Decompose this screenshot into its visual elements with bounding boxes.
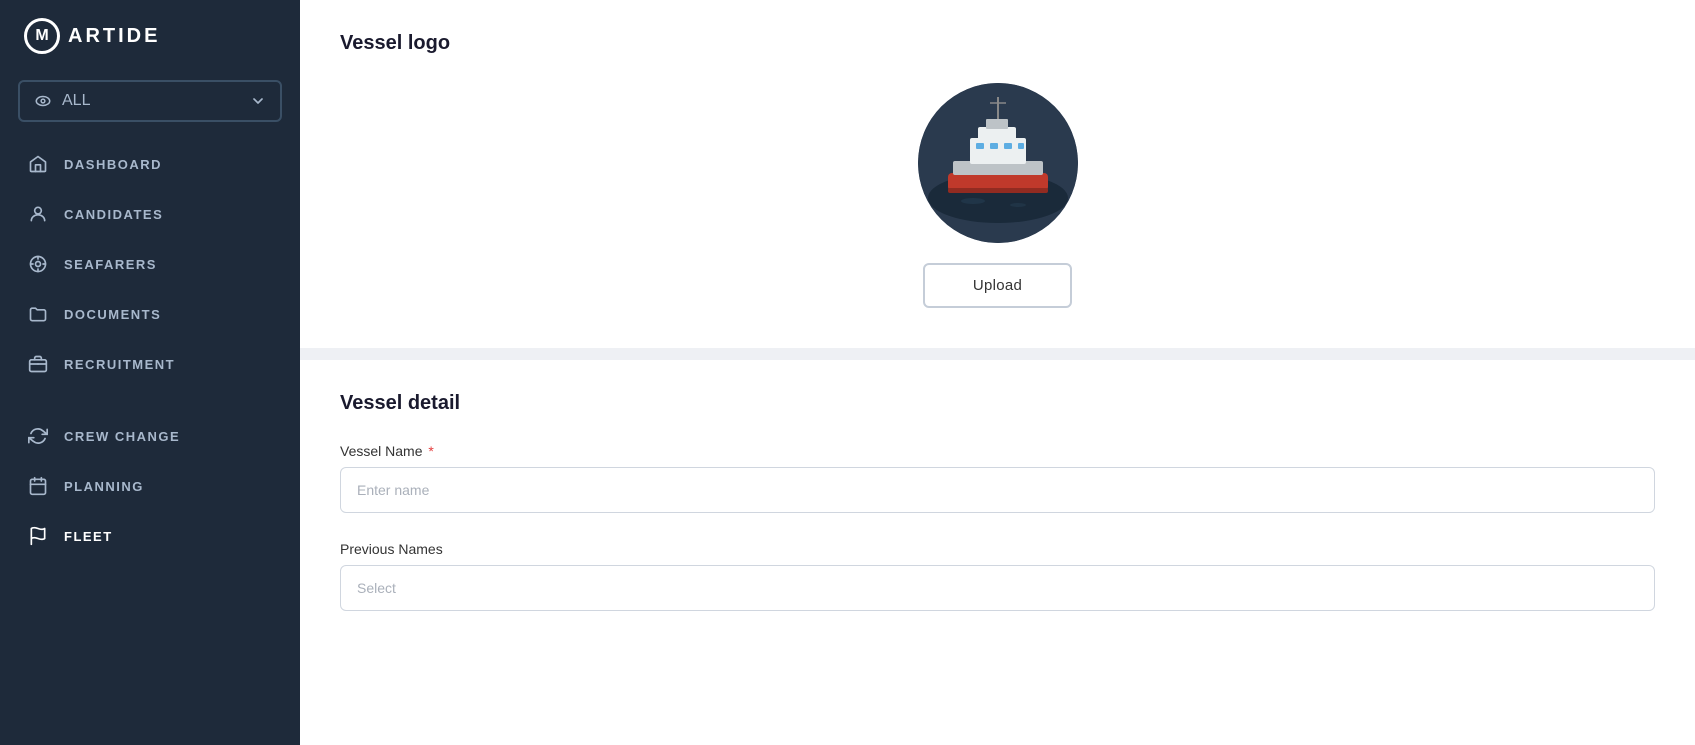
refresh-icon — [28, 426, 48, 446]
sidebar-item-seafarers[interactable]: SEAFARERS — [0, 240, 300, 288]
required-star: * — [424, 443, 433, 459]
sidebar-item-label: SEAFARERS — [64, 257, 157, 272]
sidebar-item-fleet[interactable]: FLEET — [0, 512, 300, 560]
ship-image — [918, 83, 1078, 243]
eye-icon — [34, 92, 52, 110]
previous-names-select[interactable]: Select — [340, 565, 1655, 611]
logo-icon: M — [24, 18, 60, 54]
vessel-logo-section: Vessel logo — [300, 0, 1695, 348]
logo-letter: M — [35, 27, 48, 45]
vessel-logo-circle — [918, 83, 1078, 243]
vessel-name-label: Vessel Name * — [340, 443, 1655, 459]
flag-icon — [28, 526, 48, 546]
briefcase-icon — [28, 354, 48, 374]
sidebar-item-label: PLANNING — [64, 479, 144, 494]
sidebar-item-crew-change[interactable]: CREW CHANGE — [0, 412, 300, 460]
logo-text: ARTIDE — [68, 25, 160, 48]
main-content: Vessel logo — [300, 0, 1695, 745]
calendar-icon — [28, 476, 48, 496]
vessel-detail-section: Vessel detail Vessel Name * Previous Nam… — [300, 360, 1695, 679]
person-icon — [28, 204, 48, 224]
sidebar-item-label: CREW CHANGE — [64, 429, 180, 444]
chevron-down-icon — [250, 93, 266, 109]
nav-menu: DASHBOARD CANDIDATES SEAFARERS — [0, 140, 300, 560]
settings-circle-icon — [28, 254, 48, 274]
sidebar-item-label: DOCUMENTS — [64, 307, 161, 322]
vessel-logo-image-wrap: Upload — [340, 83, 1655, 308]
vessel-name-input[interactable] — [340, 467, 1655, 513]
sidebar-item-planning[interactable]: PLANNING — [0, 462, 300, 510]
sidebar-item-recruitment[interactable]: RECRUITMENT — [0, 340, 300, 388]
vessel-name-group: Vessel Name * — [340, 443, 1655, 513]
upload-button[interactable]: Upload — [923, 263, 1072, 308]
sidebar: M ARTIDE ALL DASHBOARD — [0, 0, 300, 745]
app-logo: M ARTIDE — [0, 0, 300, 72]
sidebar-item-label: DASHBOARD — [64, 157, 162, 172]
folder-icon — [28, 304, 48, 324]
filter-dropdown[interactable]: ALL — [18, 80, 282, 122]
sidebar-item-documents[interactable]: DOCUMENTS — [0, 290, 300, 338]
vessel-detail-title: Vessel detail — [340, 392, 1655, 415]
previous-names-label: Previous Names — [340, 541, 1655, 557]
sidebar-item-dashboard[interactable]: DASHBOARD — [0, 140, 300, 188]
home-icon — [28, 154, 48, 174]
sidebar-item-label: FLEET — [64, 529, 113, 544]
section-divider — [300, 348, 1695, 360]
filter-label: ALL — [62, 92, 90, 110]
sidebar-item-candidates[interactable]: CANDIDATES — [0, 190, 300, 238]
sidebar-item-label: RECRUITMENT — [64, 357, 175, 372]
vessel-logo-title: Vessel logo — [340, 32, 450, 55]
previous-names-group: Previous Names Select — [340, 541, 1655, 611]
sidebar-item-label: CANDIDATES — [64, 207, 163, 222]
